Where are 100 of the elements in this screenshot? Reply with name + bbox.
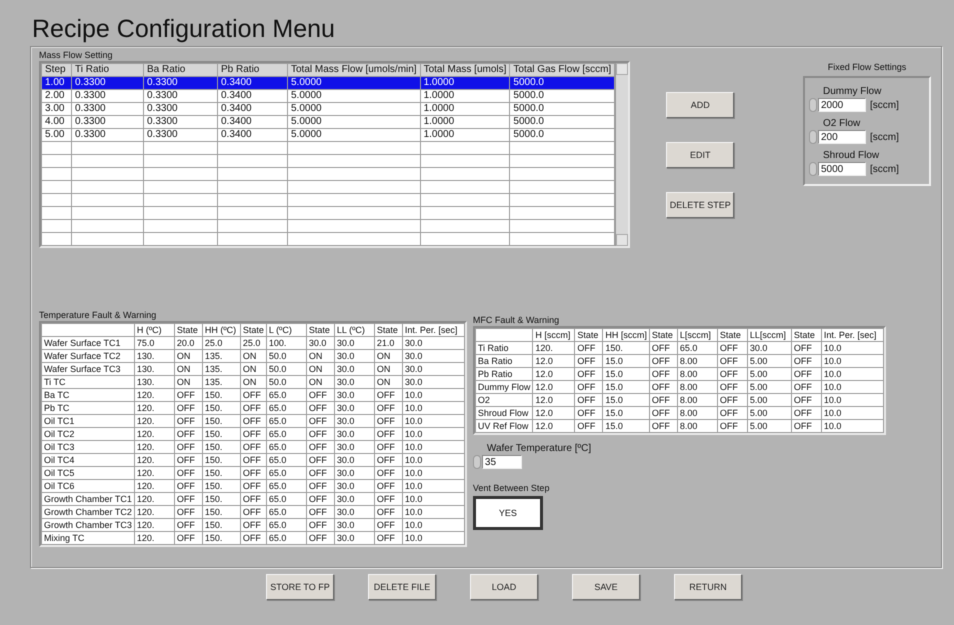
action-button[interactable]: SAVE xyxy=(572,574,640,600)
table-cell: 150. xyxy=(202,466,240,480)
row-label: Growth Chamber TC3 xyxy=(42,518,134,532)
unit-label: [sccm] xyxy=(870,164,899,174)
spinner-icon[interactable] xyxy=(809,98,817,112)
table-cell: 120. xyxy=(134,492,174,506)
table-cell: OFF xyxy=(791,420,822,432)
table-cell: 150. xyxy=(202,518,240,532)
column-header: Int. Per. [sec] xyxy=(402,324,464,336)
table-cell: 15.0 xyxy=(602,354,650,368)
row-label: Oil TC1 xyxy=(42,414,134,428)
toggle-button[interactable]: YES xyxy=(472,496,543,530)
column-header: LL[sccm] xyxy=(747,328,792,342)
table-cell: 50.0 xyxy=(266,350,306,362)
table-cell: OFF xyxy=(306,402,334,414)
table-cell: 5.00 xyxy=(42,128,72,142)
table-cell: 10.0 xyxy=(402,402,464,414)
table-cell: 150. xyxy=(202,532,240,544)
table-cell: 1.0000 xyxy=(420,90,510,102)
table-cell: 120. xyxy=(134,454,174,466)
column-header: Ba Ratio xyxy=(144,64,218,76)
table-cell: OFF xyxy=(174,402,202,414)
table-cell: OFF xyxy=(174,414,202,428)
table-cell: OFF xyxy=(240,518,266,532)
spinner-icon[interactable] xyxy=(472,455,481,469)
table-cell: OFF xyxy=(306,440,334,454)
table-cell: OFF xyxy=(240,428,266,440)
table-cell: OFF xyxy=(240,454,266,466)
table-cell: 12.0 xyxy=(532,354,575,368)
column-header: State xyxy=(374,324,402,336)
table-cell: 10.0 xyxy=(821,380,884,394)
table-cell: 10.0 xyxy=(821,394,884,406)
table-cell: 65.0 xyxy=(266,428,306,440)
table-cell: 30.0 xyxy=(306,336,334,350)
table-cell: 5.00 xyxy=(747,368,792,380)
table-cell: 30.0 xyxy=(334,414,374,428)
table-cell: ON xyxy=(240,376,266,388)
row-label: Growth Chamber TC1 xyxy=(42,492,134,506)
section-label: Vent Between Step xyxy=(472,483,550,493)
table-cell: OFF xyxy=(791,394,822,406)
table-cell: OFF xyxy=(306,454,334,466)
table-cell: 30.0 xyxy=(334,506,374,518)
table-cell: OFF xyxy=(174,440,202,454)
table-cell: 120. xyxy=(134,428,174,440)
scrollbar[interactable] xyxy=(615,63,628,246)
table-cell: 150. xyxy=(202,506,240,518)
table-cell: 0.3400 xyxy=(218,102,288,116)
table-cell: OFF xyxy=(240,492,266,506)
table-cell: 120. xyxy=(134,506,174,518)
window-title: Recipe Configuration Menu xyxy=(32,14,335,44)
table-cell: ON xyxy=(374,350,402,362)
table-cell: 65.0 xyxy=(677,342,718,354)
table-cell: OFF xyxy=(791,342,822,354)
table-cell: OFF xyxy=(174,506,202,518)
table-cell: 0.3300 xyxy=(144,128,218,142)
table-cell: 65.0 xyxy=(266,466,306,480)
table-cell: OFF xyxy=(374,480,402,492)
table-cell: 2.00 xyxy=(42,90,72,102)
table-cell: 15.0 xyxy=(602,394,650,406)
column-header: State xyxy=(306,324,334,336)
number-field[interactable]: 35 xyxy=(482,455,522,469)
table-cell: OFF xyxy=(240,506,266,518)
table-cell: OFF xyxy=(574,342,603,354)
table-cell: 30.0 xyxy=(334,402,374,414)
action-button[interactable]: LOAD xyxy=(470,574,538,600)
table-cell: 5000.0 xyxy=(510,102,615,116)
step-button[interactable]: EDIT xyxy=(666,142,734,168)
row-label: UV Ref Flow xyxy=(475,420,533,432)
action-button[interactable]: STORE TO FP xyxy=(266,574,334,600)
table-cell: 1.0000 xyxy=(420,102,510,116)
table-cell: 10.0 xyxy=(402,466,464,480)
table-cell: 65.0 xyxy=(266,492,306,506)
table-cell: ON xyxy=(374,376,402,388)
table-cell: OFF xyxy=(174,454,202,466)
table-cell: 30.0 xyxy=(334,518,374,532)
table-cell: OFF xyxy=(240,532,266,544)
spinner-icon[interactable] xyxy=(809,162,817,176)
table-cell: OFF xyxy=(574,354,603,368)
number-field[interactable]: 5000 xyxy=(818,162,866,176)
table-cell: OFF xyxy=(791,368,822,380)
step-button[interactable]: ADD xyxy=(666,92,734,118)
table-cell: 65.0 xyxy=(266,414,306,428)
action-button[interactable]: RETURN xyxy=(674,574,742,600)
number-field[interactable]: 2000 xyxy=(818,98,866,112)
table-cell: OFF xyxy=(649,354,678,368)
table-cell: 1.00 xyxy=(42,76,72,90)
step-button[interactable]: DELETE STEP xyxy=(666,192,734,218)
row-label: Oil TC2 xyxy=(42,428,134,440)
table-cell: OFF xyxy=(174,428,202,440)
number-field[interactable]: 200 xyxy=(818,130,866,144)
table-cell: 5000.0 xyxy=(510,116,615,128)
table-cell: OFF xyxy=(717,354,748,368)
table-cell: OFF xyxy=(174,480,202,492)
table-cell: 8.00 xyxy=(677,420,718,432)
table-cell: 65.0 xyxy=(266,506,306,518)
table-cell: 50.0 xyxy=(266,376,306,388)
table-cell: OFF xyxy=(240,440,266,454)
action-button[interactable]: DELETE FILE xyxy=(368,574,436,600)
spinner-icon[interactable] xyxy=(809,130,817,144)
table-cell: 120. xyxy=(134,414,174,428)
